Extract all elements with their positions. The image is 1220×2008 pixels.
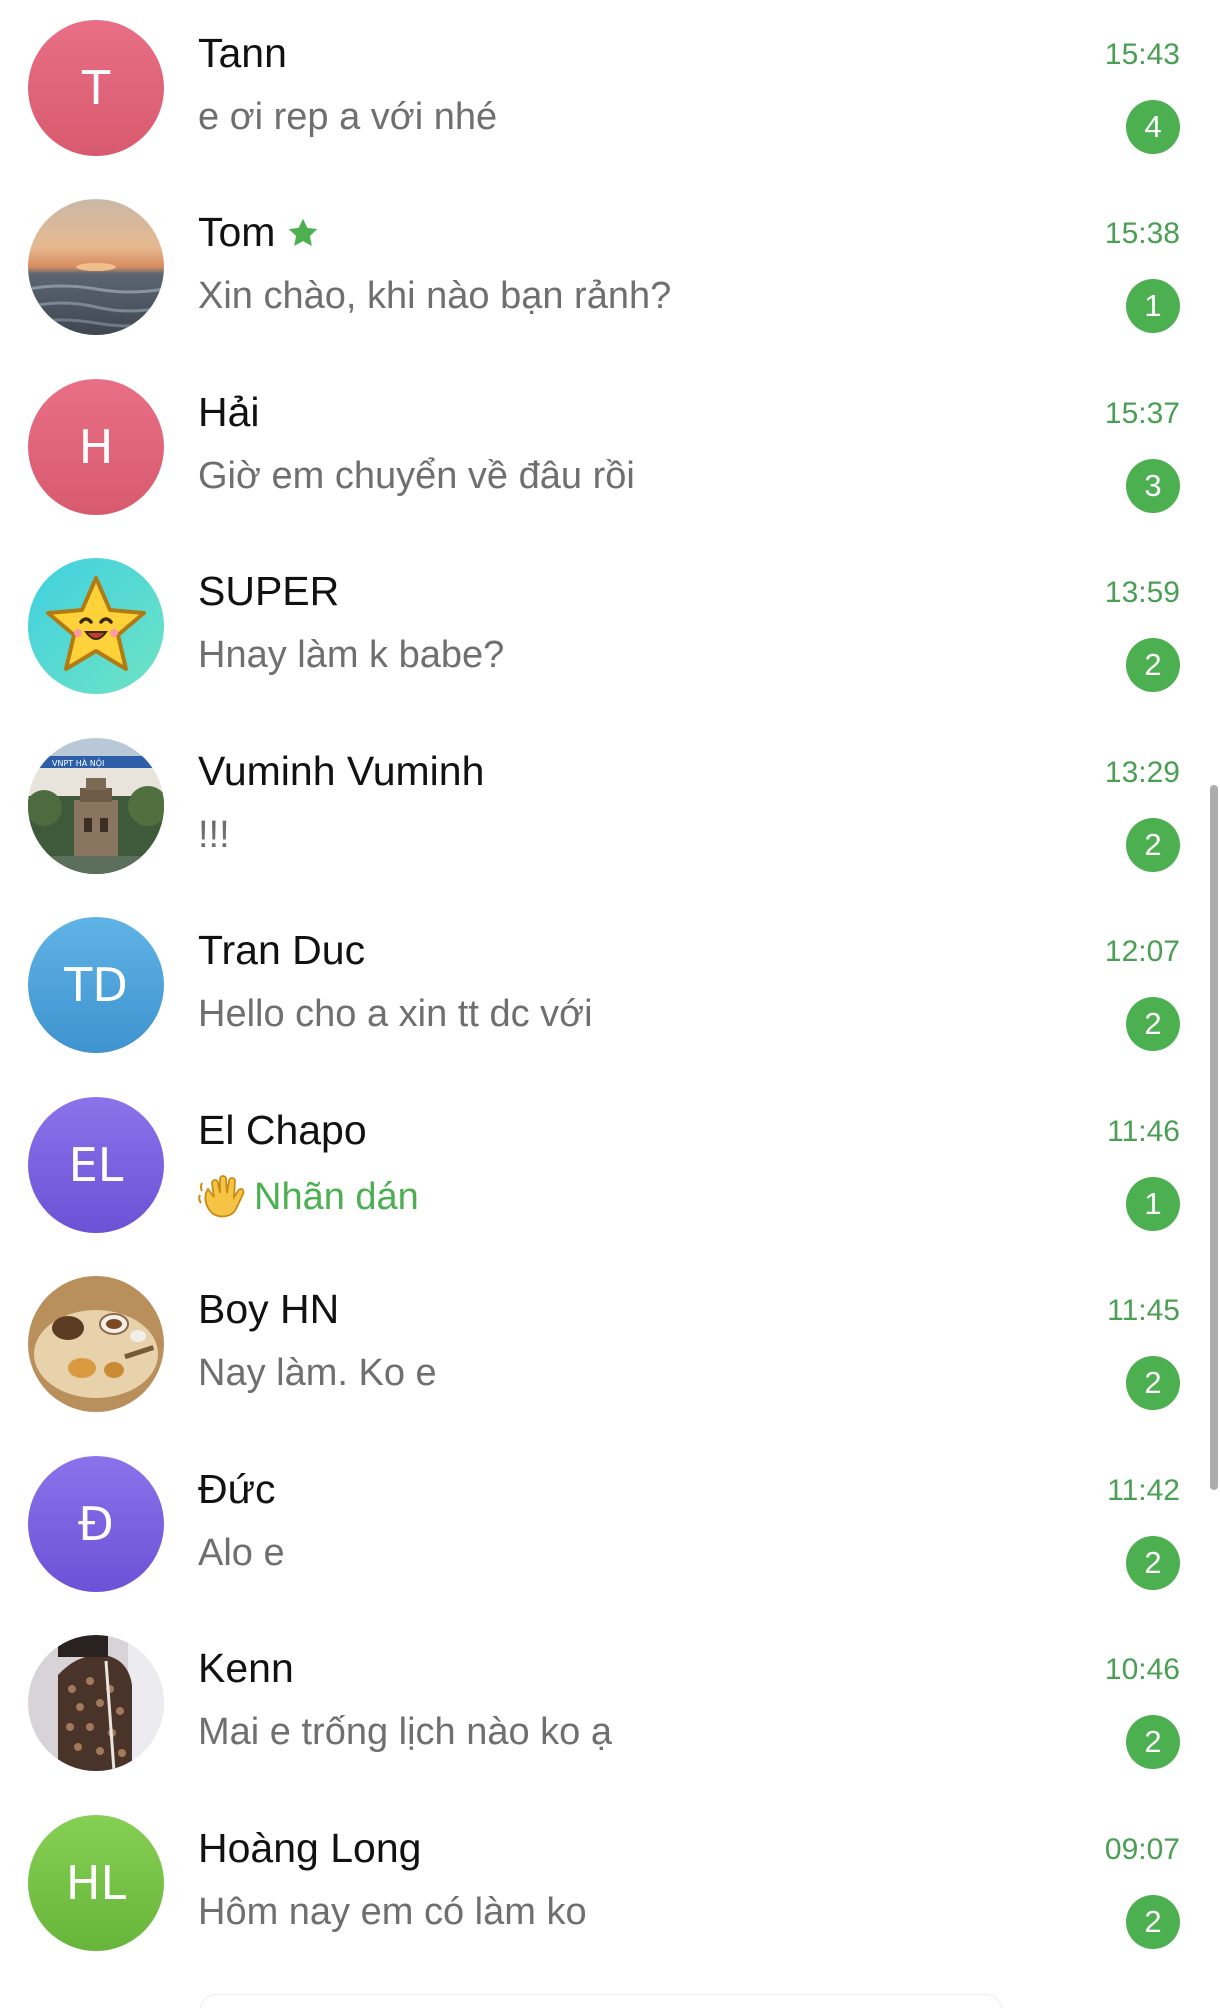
chat-name: Đức (198, 1466, 276, 1513)
chat-name-text: Kenn (198, 1645, 294, 1691)
chat-name: Tann (198, 30, 287, 77)
unread-badge: 2 (1126, 1895, 1180, 1949)
chat-row-tom[interactable]: Tom Xin chào, khi nào bạn rảnh? 15:38 1 (0, 179, 1210, 363)
photo-caption: VNPT HÀ NỘI (52, 757, 104, 768)
chat-name: SUPER (198, 568, 339, 615)
chat-time: 10:46 (1104, 1653, 1180, 1686)
avatar-initials: TD (64, 958, 128, 1012)
avatar: HL (28, 1815, 164, 1951)
chat-preview: !!! (198, 814, 230, 856)
chat-time: 11:46 (1107, 1115, 1180, 1148)
chat-row-hoang-long[interactable]: HL Hoàng Long Hôm nay em có làm ko 09:07… (0, 1795, 1210, 1979)
unread-badge: 1 (1126, 279, 1180, 333)
avatar (28, 558, 164, 694)
chat-row-kenn[interactable]: Kenn Mai e trống lịch nào ko ạ 10:46 2 (0, 1615, 1210, 1799)
hanoi-tower-photo-icon: VNPT HÀ NỘI (28, 738, 164, 874)
chat-name: Hoàng Long (198, 1825, 421, 1872)
sticker-label: Nhãn dán (254, 1175, 419, 1218)
chat-time: 09:07 (1104, 1833, 1180, 1866)
chat-preview: Alo e (198, 1532, 285, 1574)
unread-badge: 1 (1126, 1177, 1180, 1231)
chat-preview: e ơi rep a với nhé (198, 96, 498, 138)
chat-time: 13:59 (1104, 576, 1180, 609)
avatar-initials: T (81, 61, 111, 115)
chat-preview: Giờ em chuyển về đâu rồi (198, 455, 635, 497)
avatar: H (28, 379, 164, 515)
avatar: Đ (28, 1456, 164, 1592)
chat-time: 13:29 (1104, 756, 1180, 789)
avatar (28, 1635, 164, 1771)
chat-time: 15:43 (1104, 38, 1180, 71)
unread-badge: 2 (1126, 1715, 1180, 1769)
avatar-initials: Đ (78, 1497, 114, 1551)
tea-table-photo-icon (28, 1276, 164, 1412)
chat-time: 11:45 (1107, 1294, 1180, 1327)
chat-preview: Nhãn dán (198, 1173, 419, 1221)
chat-preview: Hnay làm k babe? (198, 634, 505, 676)
waving-hand-icon (198, 1175, 245, 1218)
chat-name-text: Boy HN (198, 1286, 340, 1332)
chat-name: El Chapo (198, 1107, 367, 1154)
unread-badge: 2 (1126, 1356, 1180, 1410)
avatar-initials: H (78, 420, 114, 474)
chat-preview: Xin chào, khi nào bạn rảnh? (198, 275, 672, 317)
avatar-initials: EL (68, 1138, 124, 1192)
person-photo-icon (28, 1635, 164, 1771)
chat-name-text: Hải (198, 389, 260, 435)
chat-name: Tran Duc (198, 927, 365, 974)
chat-name-text: Tom (198, 209, 276, 255)
chat-name-text: El Chapo (198, 1107, 367, 1153)
chat-name-text: Vuminh Vuminh (198, 748, 485, 794)
bottom-sheet-edge (200, 1994, 1002, 2008)
chat-row-vuminh[interactable]: VNPT HÀ NỘI Vuminh Vuminh !!! 13:29 2 (0, 718, 1210, 902)
unread-badge: 2 (1126, 818, 1180, 872)
avatar: EL (28, 1097, 164, 1233)
avatar (28, 1276, 164, 1412)
chat-row-tann[interactable]: T Tann e ơi rep a với nhé 15:43 4 (0, 0, 1210, 184)
chat-time: 15:37 (1104, 397, 1180, 430)
scrollbar[interactable] (1210, 785, 1218, 1490)
chat-time: 11:42 (1107, 1474, 1180, 1507)
unread-badge: 2 (1126, 1536, 1180, 1590)
unread-badge: 2 (1126, 997, 1180, 1051)
chat-row-el-chapo[interactable]: EL El Chapo Nhãn dán 11:46 1 (0, 1077, 1210, 1261)
cartoon-star-avatar-icon (28, 558, 164, 694)
avatar: VNPT HÀ NỘI (28, 738, 164, 874)
sunset-sea-photo-icon (28, 199, 164, 335)
chat-name: Tom (198, 209, 321, 256)
avatar: T (28, 20, 164, 156)
avatar (28, 199, 164, 335)
avatar-initials: HL (65, 1856, 127, 1910)
chat-row-hai[interactable]: H Hải Giờ em chuyển về đâu rồi 15:37 3 (0, 359, 1210, 543)
chat-preview: Hello cho a xin tt dc với (198, 993, 593, 1035)
chat-row-super[interactable]: SUPER Hnay làm k babe? 13:59 2 (0, 538, 1210, 722)
chat-list[interactable]: T Tann e ơi rep a với nhé 15:43 4 Tom Xi… (0, 0, 1220, 2008)
chat-name: Boy HN (198, 1286, 339, 1333)
chat-name-text: Tann (198, 30, 287, 76)
star-icon (289, 218, 318, 246)
chat-name-text: Tran Duc (198, 927, 366, 973)
chat-preview: Mai e trống lịch nào ko ạ (198, 1711, 613, 1753)
chat-name: Hải (198, 389, 260, 436)
unread-badge: 3 (1126, 459, 1180, 513)
chat-row-tran-duc[interactable]: TD Tran Duc Hello cho a xin tt dc với 12… (0, 897, 1210, 1081)
chat-preview: Nay làm. Ko e (198, 1352, 437, 1394)
chat-name-text: Hoàng Long (198, 1825, 422, 1871)
chat-name: Kenn (198, 1645, 294, 1692)
chat-time: 12:07 (1104, 935, 1180, 968)
chat-preview: Hôm nay em có làm ko (198, 1891, 587, 1933)
chat-name-text: SUPER (198, 568, 340, 614)
chat-name-text: Đức (198, 1466, 276, 1512)
unread-badge: 4 (1126, 100, 1180, 154)
chat-time: 15:38 (1104, 217, 1180, 250)
unread-badge: 2 (1126, 638, 1180, 692)
avatar: TD (28, 917, 164, 1053)
chat-name: Vuminh Vuminh (198, 748, 484, 795)
chat-row-boy-hn[interactable]: Boy HN Nay làm. Ko e 11:45 2 (0, 1256, 1210, 1440)
chat-row-duc[interactable]: Đ Đức Alo e 11:42 2 (0, 1436, 1210, 1620)
